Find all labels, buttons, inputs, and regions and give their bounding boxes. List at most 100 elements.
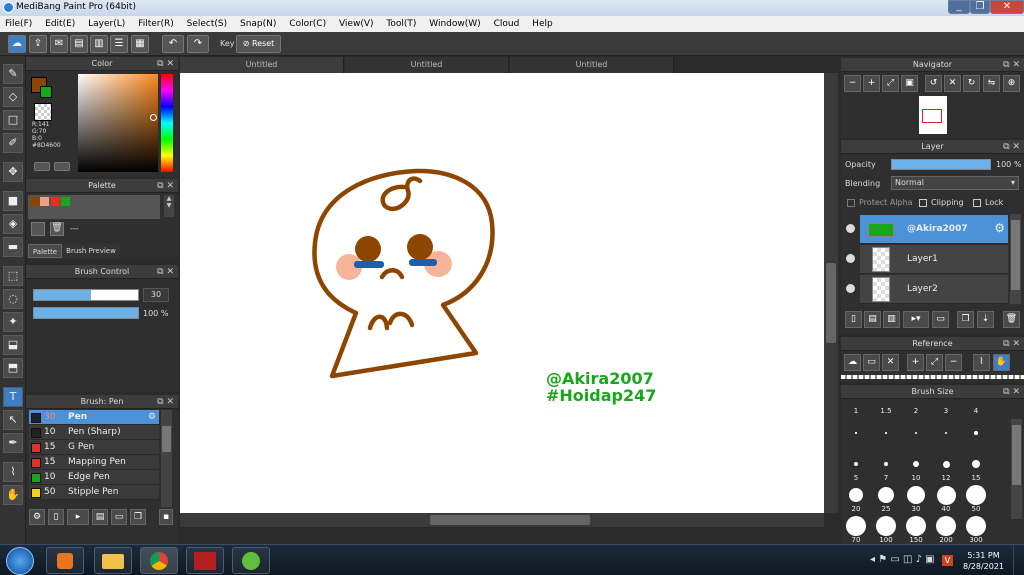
reference-cloud-icon[interactable]: ☁ <box>844 354 861 371</box>
clock[interactable]: 5:31 PM 8/28/2021 <box>963 550 1004 572</box>
rotate-right-icon[interactable]: ↻ <box>963 75 980 92</box>
gear-icon[interactable]: ⚙ <box>148 410 156 425</box>
layer-row[interactable]: Layer1 <box>846 245 1008 274</box>
brush-list-scrollbar[interactable] <box>161 410 172 507</box>
menu-edit[interactable]: Edit(E) <box>40 16 80 32</box>
gradient-tool-icon[interactable]: ▬ <box>3 237 23 257</box>
palette-swatch[interactable] <box>51 197 60 206</box>
layer-merge-icon[interactable]: ⇣ <box>977 311 994 328</box>
start-button[interactable] <box>6 547 34 575</box>
menu-select[interactable]: Select(S) <box>182 16 233 32</box>
tray-icons[interactable]: ◂ ⚑ ▭ ◫ ♪ ▣ <box>870 554 935 565</box>
show-desktop-button[interactable] <box>1013 545 1024 575</box>
eraser-tool-icon[interactable]: ◇ <box>3 87 23 107</box>
reference-close-icon[interactable]: ✕ <box>882 354 899 371</box>
new-layer-icon[interactable]: ▯ <box>845 311 862 328</box>
protect-alpha-checkbox[interactable] <box>847 199 855 207</box>
layer-folder-icon[interactable]: ▭ <box>932 311 949 328</box>
brush-item[interactable]: 30 Pen ⚙ <box>29 410 159 425</box>
layer-row[interactable]: Layer2 <box>846 275 1008 304</box>
palette-swatch[interactable] <box>30 197 39 206</box>
brush-size-value[interactable]: 30 <box>143 288 169 302</box>
reference-open-icon[interactable]: ▭ <box>863 354 880 371</box>
dot-tool-icon[interactable]: ✐ <box>3 133 23 153</box>
menu-file[interactable]: File(F) <box>0 16 37 32</box>
new-brush-icon[interactable]: ▯ <box>48 509 64 525</box>
tab-untitled-3[interactable]: Untitled <box>510 57 674 73</box>
hue-slider[interactable] <box>161 74 173 172</box>
brush-settings-icon[interactable]: ⚙ <box>29 509 45 525</box>
brush-size-dot[interactable] <box>854 462 858 466</box>
brush-tool-icon[interactable]: ✎ <box>3 64 23 84</box>
menu-color[interactable]: Color(C) <box>284 16 331 32</box>
reference-fit-icon[interactable]: ⤢ <box>926 354 943 371</box>
navigator-thumbnail[interactable] <box>919 96 947 134</box>
brush-size-dot[interactable] <box>936 485 956 505</box>
brush-item[interactable]: 15 Mapping Pen <box>29 455 159 470</box>
layer-opacity-slider[interactable] <box>891 159 991 170</box>
color-picker-cursor[interactable] <box>150 114 157 121</box>
brush-size-dot[interactable] <box>966 485 986 505</box>
tray-app-icon[interactable]: V <box>942 555 953 566</box>
add-layer-menu-icon[interactable]: ▸▾ <box>903 311 929 328</box>
lasso-tool-icon[interactable]: ◌ <box>3 289 23 309</box>
menu-view[interactable]: View(V) <box>334 16 379 32</box>
actual-size-icon[interactable]: ▣ <box>901 75 918 92</box>
panel-close-icon[interactable]: ⧉ ✕ <box>1003 385 1020 399</box>
reset-button[interactable]: ⊘ Reset <box>236 35 281 53</box>
grid-icon[interactable]: ▦ <box>131 35 149 53</box>
taskbar-medibang[interactable] <box>232 547 270 574</box>
bucket-tool-icon[interactable]: ◈ <box>3 214 23 234</box>
taskbar-paint[interactable] <box>186 547 224 574</box>
brush-size-dot[interactable] <box>907 486 925 504</box>
brush-size-scrollbar[interactable] <box>1011 419 1022 519</box>
reset-rotation-icon[interactable]: ✕ <box>944 75 961 92</box>
blur-tool-icon[interactable]: ✒ <box>3 433 23 453</box>
menu-window[interactable]: Window(W) <box>424 16 485 32</box>
panel-close-icon[interactable]: ⧉ ✕ <box>157 395 174 409</box>
color-button-1[interactable] <box>34 162 50 171</box>
hand-tool-icon[interactable]: ✋ <box>3 485 23 505</box>
undo-icon[interactable]: ↶ <box>162 35 184 53</box>
reference-zoom-out-icon[interactable]: − <box>945 354 962 371</box>
new-halftone-layer-icon[interactable]: ▤ <box>864 311 881 328</box>
zoom-out-icon[interactable]: − <box>844 75 861 92</box>
layer-delete-icon[interactable]: 🗑 <box>1003 311 1020 328</box>
minimize-button[interactable]: _ <box>948 0 970 14</box>
palette-scrollbar[interactable]: ▲ ▼ <box>164 195 174 217</box>
brush-item[interactable]: 15 G Pen <box>29 440 159 455</box>
menu-help[interactable]: Help <box>527 16 558 32</box>
folder-icon[interactable]: ▭ <box>111 509 127 525</box>
layer-list-scrollbar[interactable] <box>1010 214 1021 304</box>
tab-untitled-2[interactable]: Untitled <box>345 57 509 73</box>
panel-close-icon[interactable]: ⧉ ✕ <box>1003 140 1020 154</box>
tab-untitled-1[interactable]: Untitled <box>180 57 344 73</box>
reference-eyedropper-icon[interactable]: ⌇ <box>973 354 990 371</box>
brush-size-dot[interactable] <box>846 516 866 536</box>
eyedropper-tool-icon[interactable]: ⌇ <box>3 462 23 482</box>
color-button-2[interactable] <box>54 162 70 171</box>
accent-color-swatch[interactable] <box>40 86 52 98</box>
share-icon[interactable]: ⇪ <box>29 35 47 53</box>
brush-item[interactable]: 50 Stipple Pen <box>29 485 159 500</box>
taskbar-explorer[interactable] <box>94 547 132 574</box>
text-tool-icon[interactable]: T <box>3 387 23 407</box>
fill-rect-tool-icon[interactable]: ■ <box>3 191 23 211</box>
move-tool-icon[interactable]: ✥ <box>3 162 23 182</box>
brush-size-dot[interactable] <box>906 516 926 536</box>
menu-layer[interactable]: Layer(L) <box>83 16 130 32</box>
color-sv-picker[interactable] <box>78 74 158 172</box>
menu-snap[interactable]: Snap(N) <box>235 16 281 32</box>
lock-checkbox[interactable] <box>973 199 981 207</box>
brush-size-dot[interactable] <box>936 516 956 536</box>
taskbar-media-player[interactable] <box>46 547 84 574</box>
eye-icon[interactable] <box>846 224 855 233</box>
brush-size-dot[interactable] <box>876 516 896 536</box>
navigator-more-icon[interactable]: ⊕ <box>1003 75 1020 92</box>
cloud-icon[interactable]: ☁ <box>8 35 26 53</box>
add-brush-icon[interactable]: ▸ <box>67 509 89 525</box>
layer-row[interactable]: @Akira2007 ⚙ <box>846 215 1008 244</box>
reference-zoom-in-icon[interactable]: + <box>907 354 924 371</box>
rectangle-tool-icon[interactable]: □ <box>3 110 23 130</box>
eye-icon[interactable] <box>846 254 855 263</box>
